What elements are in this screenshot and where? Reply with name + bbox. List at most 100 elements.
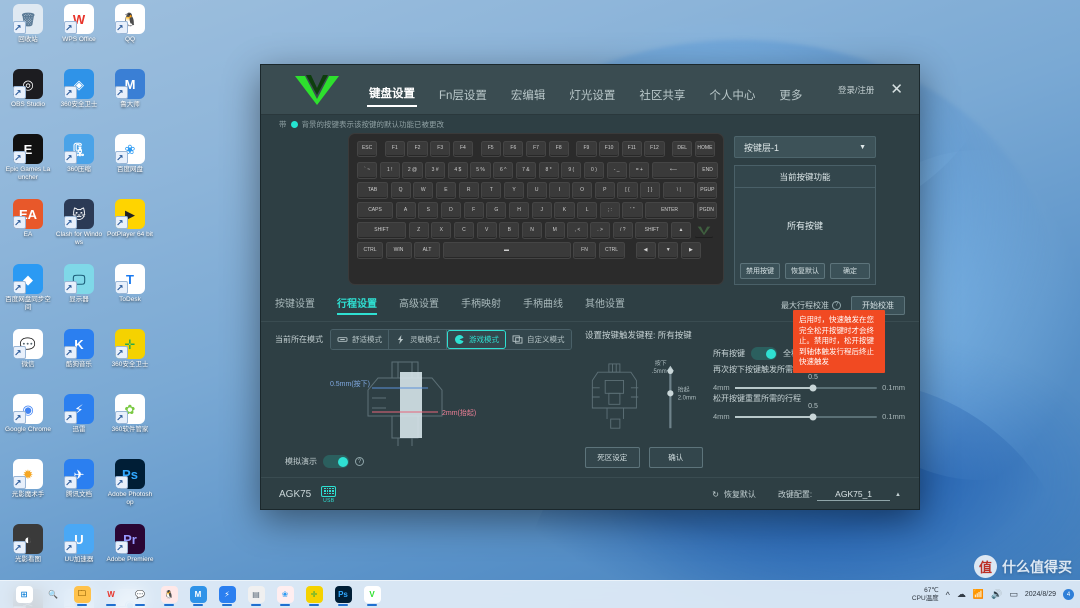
key-o[interactable]: O bbox=[572, 182, 593, 199]
key-z[interactable]: Z bbox=[408, 222, 429, 239]
slider-track-0[interactable]: 0.5 bbox=[734, 374, 878, 391]
desktop-icon-360-guard[interactable]: ✛ ↗ 360安全卫士 bbox=[106, 329, 154, 391]
key-ctrl[interactable]: CTRL bbox=[598, 242, 625, 259]
nav-tab-3[interactable]: 灯光设置 bbox=[567, 85, 617, 107]
key-ctrl[interactable]: CTRL bbox=[357, 242, 383, 259]
desktop-icon-ea-app[interactable]: EA ↗ EA bbox=[4, 199, 52, 261]
key-r[interactable]: R bbox=[458, 182, 479, 199]
taskbar-baidu-netdisk-icon[interactable]: ❀ bbox=[275, 585, 295, 606]
key-▲[interactable]: ▲ bbox=[670, 222, 692, 239]
desktop-icon-baidu-sync[interactable]: ◆ ↗ 百度网盘同步空间 bbox=[4, 264, 52, 326]
taskbar-file-explorer-icon[interactable]: 🗀 bbox=[72, 585, 92, 606]
desktop-icon-neoimaging[interactable]: ✹ ↗ 光影魔术手 bbox=[4, 459, 52, 521]
key-v[interactable]: V bbox=[476, 222, 497, 239]
key-k[interactable]: K bbox=[554, 202, 575, 219]
desktop-icon-wps-office[interactable]: W ↗ WPS Office bbox=[55, 4, 103, 66]
nav-tab-2[interactable]: 宏编辑 bbox=[509, 85, 548, 107]
key-e[interactable]: E bbox=[435, 182, 457, 199]
sub-tab-高级设置[interactable]: 高级设置 bbox=[399, 295, 439, 315]
slider-thumb-1[interactable] bbox=[809, 413, 817, 420]
key-l[interactable]: L bbox=[577, 202, 598, 219]
key-▬[interactable]: ▬ bbox=[442, 242, 571, 259]
key-f7[interactable]: F7 bbox=[525, 141, 547, 157]
taskbar-photoshop-icon[interactable]: Ps bbox=[333, 585, 353, 606]
key-j[interactable]: J bbox=[531, 202, 552, 219]
help-icon[interactable]: ? bbox=[832, 300, 841, 310]
key-enter[interactable]: ENTER bbox=[645, 202, 695, 219]
key-n[interactable]: N bbox=[521, 222, 543, 239]
key-x[interactable]: X bbox=[431, 222, 452, 239]
desktop-icon-todesk[interactable]: T ↗ ToDesk bbox=[106, 264, 154, 326]
key-6-^[interactable]: 6 ^ bbox=[493, 162, 514, 179]
key-t[interactable]: T bbox=[481, 182, 502, 199]
key-f4[interactable]: F4 bbox=[452, 141, 473, 157]
desktop-icon-obs-studio[interactable]: ◎ ↗ OBS Studio bbox=[4, 69, 52, 131]
desktop-icon-tencent-docs[interactable]: ✈ ↗ 腾讯文档 bbox=[55, 459, 103, 521]
desktop-icon-360-software[interactable]: ✿ ↗ 360软件管家 bbox=[106, 394, 154, 456]
sub-tab-其他设置[interactable]: 其他设置 bbox=[585, 295, 625, 315]
key-tab[interactable]: TAB bbox=[357, 182, 388, 199]
key-w[interactable]: W bbox=[413, 182, 434, 199]
key-0-)[interactable]: 0 ) bbox=[583, 162, 605, 179]
key-f3[interactable]: F3 bbox=[430, 141, 451, 157]
key-'-"[interactable]: ' " bbox=[622, 202, 643, 219]
all-keys-toggle[interactable] bbox=[751, 347, 777, 360]
key-p[interactable]: P bbox=[594, 182, 615, 199]
desktop-icon-ludashi[interactable]: M ↗ 鲁大师 bbox=[106, 69, 154, 131]
key-f11[interactable]: F11 bbox=[621, 141, 642, 157]
key-del[interactable]: DEL bbox=[672, 141, 693, 157]
login-register-link[interactable]: 登录/注册 bbox=[838, 84, 874, 96]
key-s[interactable]: S bbox=[418, 202, 439, 219]
key-esc[interactable]: ESC bbox=[357, 141, 378, 157]
key-2-@[interactable]: 2 @ bbox=[402, 162, 423, 179]
desktop-icon-kugou[interactable]: K ↗ 酷狗音乐 bbox=[55, 329, 103, 391]
key-,-<[interactable]: , < bbox=[567, 222, 588, 239]
simulation-demo-toggle[interactable] bbox=[323, 455, 349, 468]
sub-tab-手柄曲线[interactable]: 手柄曲线 bbox=[523, 295, 563, 315]
desktop-icon-360-security[interactable]: ◈ ↗ 360安全卫士 bbox=[55, 69, 103, 131]
desktop-icon-epic-games[interactable]: E ↗ Epic Games Launcher bbox=[4, 134, 52, 196]
key-f12[interactable]: F12 bbox=[644, 141, 665, 157]
desktop-icon-baidu-netdisk[interactable]: ❀ ↗ 百度网盘 bbox=[106, 134, 154, 196]
key-▶[interactable]: ▶ bbox=[680, 242, 702, 259]
nav-tab-1[interactable]: Fn层设置 bbox=[437, 85, 489, 107]
key-◀[interactable]: ◀ bbox=[635, 242, 656, 259]
key-pgdn[interactable]: PGDN bbox=[696, 202, 717, 219]
desktop-icon-premiere[interactable]: Pr ↗ Adobe Premiere bbox=[106, 524, 154, 586]
keyboard-visual[interactable]: ESC F1 F2 F3 F4 F5 F6 F7 F8 F9 F10 F11 F12 DEL HOME ` ~… bbox=[348, 133, 724, 285]
key-shift[interactable]: SHIFT bbox=[357, 222, 406, 239]
desktop-icon-clash[interactable]: 🐱 ↗ Clash for Windows bbox=[55, 199, 103, 261]
desktop-icon-potplayer[interactable]: ▶ ↗ PotPlayer 64 bit bbox=[106, 199, 154, 261]
taskbar-notepad-icon[interactable]: ▤ bbox=[246, 585, 266, 606]
key-]-}[interactable]: ] } bbox=[640, 182, 661, 199]
desktop-icon-qq[interactable]: 🐧 ↗ QQ bbox=[106, 4, 154, 66]
key-⟵[interactable]: ⟵ bbox=[651, 162, 695, 179]
key-f5[interactable]: F5 bbox=[480, 141, 501, 157]
key-action-button-2[interactable]: 确定 bbox=[830, 263, 870, 279]
key-fn[interactable]: FN bbox=[573, 242, 596, 259]
restore-defaults-button[interactable]: ↻ 恢复默认 bbox=[712, 489, 756, 500]
slider-track-1[interactable]: 0.5 bbox=[734, 403, 878, 420]
key-m[interactable]: M bbox=[544, 222, 565, 239]
taskbar-thunder-icon[interactable]: ⚡ bbox=[217, 585, 237, 606]
onedrive-icon[interactable]: ☁ bbox=[957, 589, 966, 600]
key-action-button-1[interactable]: 恢复默认 bbox=[785, 263, 825, 279]
desktop-icon-360-zip[interactable]: 🗜 ↗ 360压缩 bbox=[55, 134, 103, 196]
desktop-icon-photo-viewer[interactable]: ◐ ↗ 光影看图 bbox=[4, 524, 52, 586]
desktop-icon-uu-booster[interactable]: U ↗ UU加速器 bbox=[55, 524, 103, 586]
taskbar-wechat-icon[interactable]: 💬 bbox=[130, 585, 150, 606]
nav-tab-5[interactable]: 个人中心 bbox=[707, 85, 757, 107]
key-=-+[interactable]: = + bbox=[629, 162, 650, 179]
key-b[interactable]: B bbox=[499, 222, 520, 239]
key-y[interactable]: Y bbox=[503, 182, 525, 199]
desktop-icon-chrome[interactable]: ◉ ↗ Google Chrome bbox=[4, 394, 52, 456]
key-1-![interactable]: 1 ! bbox=[379, 162, 400, 179]
sub-tab-按键设置[interactable]: 按键设置 bbox=[275, 295, 315, 315]
key-caps[interactable]: CAPS bbox=[357, 202, 393, 219]
taskbar-maxthon-icon[interactable]: M bbox=[188, 585, 208, 606]
key-home[interactable]: HOME bbox=[694, 141, 715, 157]
close-icon[interactable]: ✕ bbox=[890, 82, 903, 97]
nav-tab-0[interactable]: 键盘设置 bbox=[367, 83, 417, 107]
key-`-~[interactable]: ` ~ bbox=[357, 162, 378, 179]
key-shift[interactable]: SHIFT bbox=[635, 222, 669, 239]
